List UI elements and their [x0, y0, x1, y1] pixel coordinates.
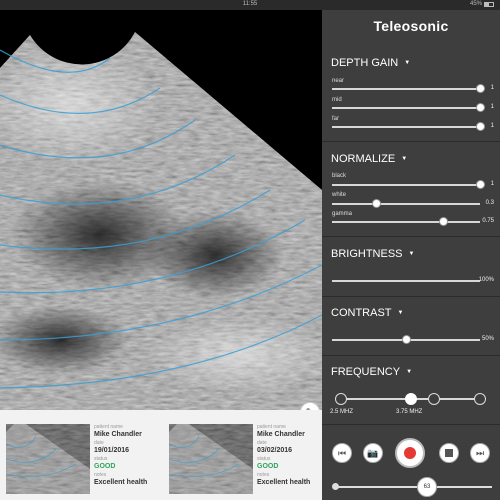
slider-value-white: 0.3 — [485, 200, 494, 206]
slider-track-near[interactable] — [332, 88, 480, 90]
slider-track-mid[interactable] — [332, 107, 480, 109]
record-button[interactable] — [395, 438, 425, 468]
slider-knob-far[interactable] — [475, 122, 485, 131]
status-badge: GOOD — [257, 463, 279, 470]
divider — [322, 141, 500, 142]
brightness-title: BRIGHTNESS — [331, 248, 403, 260]
timeline-start — [332, 483, 339, 490]
notes-text: Excellent health — [94, 479, 148, 486]
slider-label-black: black — [332, 173, 347, 179]
slider-label-far: far — [332, 116, 340, 122]
slider-value-near: 1 — [490, 85, 494, 91]
ultrasound-scan-svg — [0, 32, 322, 410]
scan-date: 19/01/2016 — [94, 447, 130, 454]
scan-thumbnail — [6, 424, 90, 494]
battery-icon — [484, 1, 494, 7]
timeline-track[interactable] — [336, 486, 492, 488]
slider-knob-black[interactable] — [475, 180, 485, 189]
battery-percent: 45% — [469, 1, 482, 7]
contrast-toggle[interactable]: CONTRAST ▼ — [331, 307, 403, 319]
stop-icon — [445, 449, 453, 457]
timeline-knob[interactable]: 63 — [417, 477, 437, 497]
slider-knob-near[interactable] — [475, 84, 485, 93]
slider-value-black: 1 — [490, 181, 494, 187]
status-bar: 11:55 45% — [0, 0, 500, 10]
frequency-stop-4[interactable] — [474, 393, 486, 405]
slider-knob-white[interactable] — [371, 199, 381, 208]
ultrasound-image[interactable] — [0, 10, 322, 410]
skip-forward-button[interactable]: ⏭ — [470, 443, 490, 463]
brightness-slider-track[interactable] — [332, 280, 480, 282]
caret-down-icon: ▼ — [406, 369, 413, 375]
scan-history: patient name Mike Chandler date 19/01/20… — [0, 410, 322, 500]
slider-track-black[interactable] — [332, 184, 480, 186]
contrast-title: CONTRAST — [331, 307, 392, 319]
divider — [322, 236, 500, 237]
brightness-value: 100% — [478, 277, 494, 283]
divider — [322, 296, 500, 297]
frequency-title: FREQUENCY — [331, 366, 401, 378]
contrast-slider-knob[interactable] — [401, 335, 411, 344]
divider — [322, 355, 500, 356]
slider-label-near: near — [332, 78, 345, 84]
slider-knob-gamma[interactable] — [438, 217, 448, 226]
frequency-label-selected: 3.75 MHZ — [396, 409, 423, 415]
frequency-stop-3[interactable] — [428, 393, 440, 405]
slider-label-mid: mid — [332, 97, 342, 103]
status-badge: GOOD — [94, 463, 116, 470]
slider-track-white[interactable] — [332, 203, 480, 205]
frequency-stop-2-5[interactable] — [335, 393, 347, 405]
slider-track-far[interactable] — [332, 126, 480, 128]
depth-gain-toggle[interactable]: DEPTH GAIN ▼ — [331, 57, 410, 69]
skip-back-icon: ⏮ — [337, 447, 347, 458]
normalize-title: NORMALIZE — [331, 153, 396, 165]
caret-down-icon: ▼ — [397, 310, 404, 316]
camera-button[interactable]: 📷 — [363, 443, 383, 463]
skip-back-button[interactable]: ⏮ — [332, 443, 352, 463]
contrast-value: 50% — [481, 336, 494, 342]
history-card[interactable]: patient name Mike Chandler date 03/02/20… — [165, 424, 323, 496]
scan-date: 03/02/2016 — [257, 447, 293, 454]
normalize-toggle[interactable]: NORMALIZE ▼ — [331, 153, 407, 165]
stop-button[interactable] — [439, 443, 459, 463]
depth-gain-title: DEPTH GAIN — [331, 57, 399, 69]
history-card[interactable]: patient name Mike Chandler date 19/01/20… — [2, 424, 160, 496]
slider-value-far: 1 — [490, 123, 494, 129]
caret-down-icon: ▼ — [401, 156, 408, 162]
caret-down-icon: ▼ — [408, 251, 415, 257]
caret-down-icon: ▼ — [404, 60, 411, 66]
notes-text: Excellent health — [257, 479, 311, 486]
slider-knob-mid[interactable] — [475, 103, 485, 112]
record-icon — [404, 447, 416, 459]
skip-forward-icon: ⏭ — [475, 447, 485, 458]
brightness-toggle[interactable]: BRIGHTNESS ▼ — [331, 248, 414, 260]
battery-indicator: 45% — [470, 1, 494, 7]
clock: 11:55 — [242, 1, 258, 7]
slider-label-white: white — [332, 192, 347, 198]
camera-icon: 📷 — [367, 447, 379, 458]
slider-value-mid: 1 — [490, 104, 494, 110]
patient-name: Mike Chandler — [94, 431, 142, 438]
patient-name: Mike Chandler — [257, 431, 305, 438]
slider-track-gamma[interactable] — [332, 221, 480, 223]
divider — [322, 424, 500, 425]
frequency-label-low: 2.5 MHZ — [330, 409, 354, 415]
slider-label-gamma: gamma — [332, 211, 353, 217]
scan-thumbnail — [169, 424, 253, 494]
app-logo: Teleosonic — [373, 18, 449, 34]
control-panel: Teleosonic DEPTH GAIN ▼ near 1 mid 1 far … — [322, 10, 500, 500]
slider-value-gamma: 0.75 — [482, 218, 494, 224]
frequency-toggle[interactable]: FREQUENCY ▼ — [331, 366, 412, 378]
frequency-stop-3-75[interactable] — [405, 393, 417, 405]
